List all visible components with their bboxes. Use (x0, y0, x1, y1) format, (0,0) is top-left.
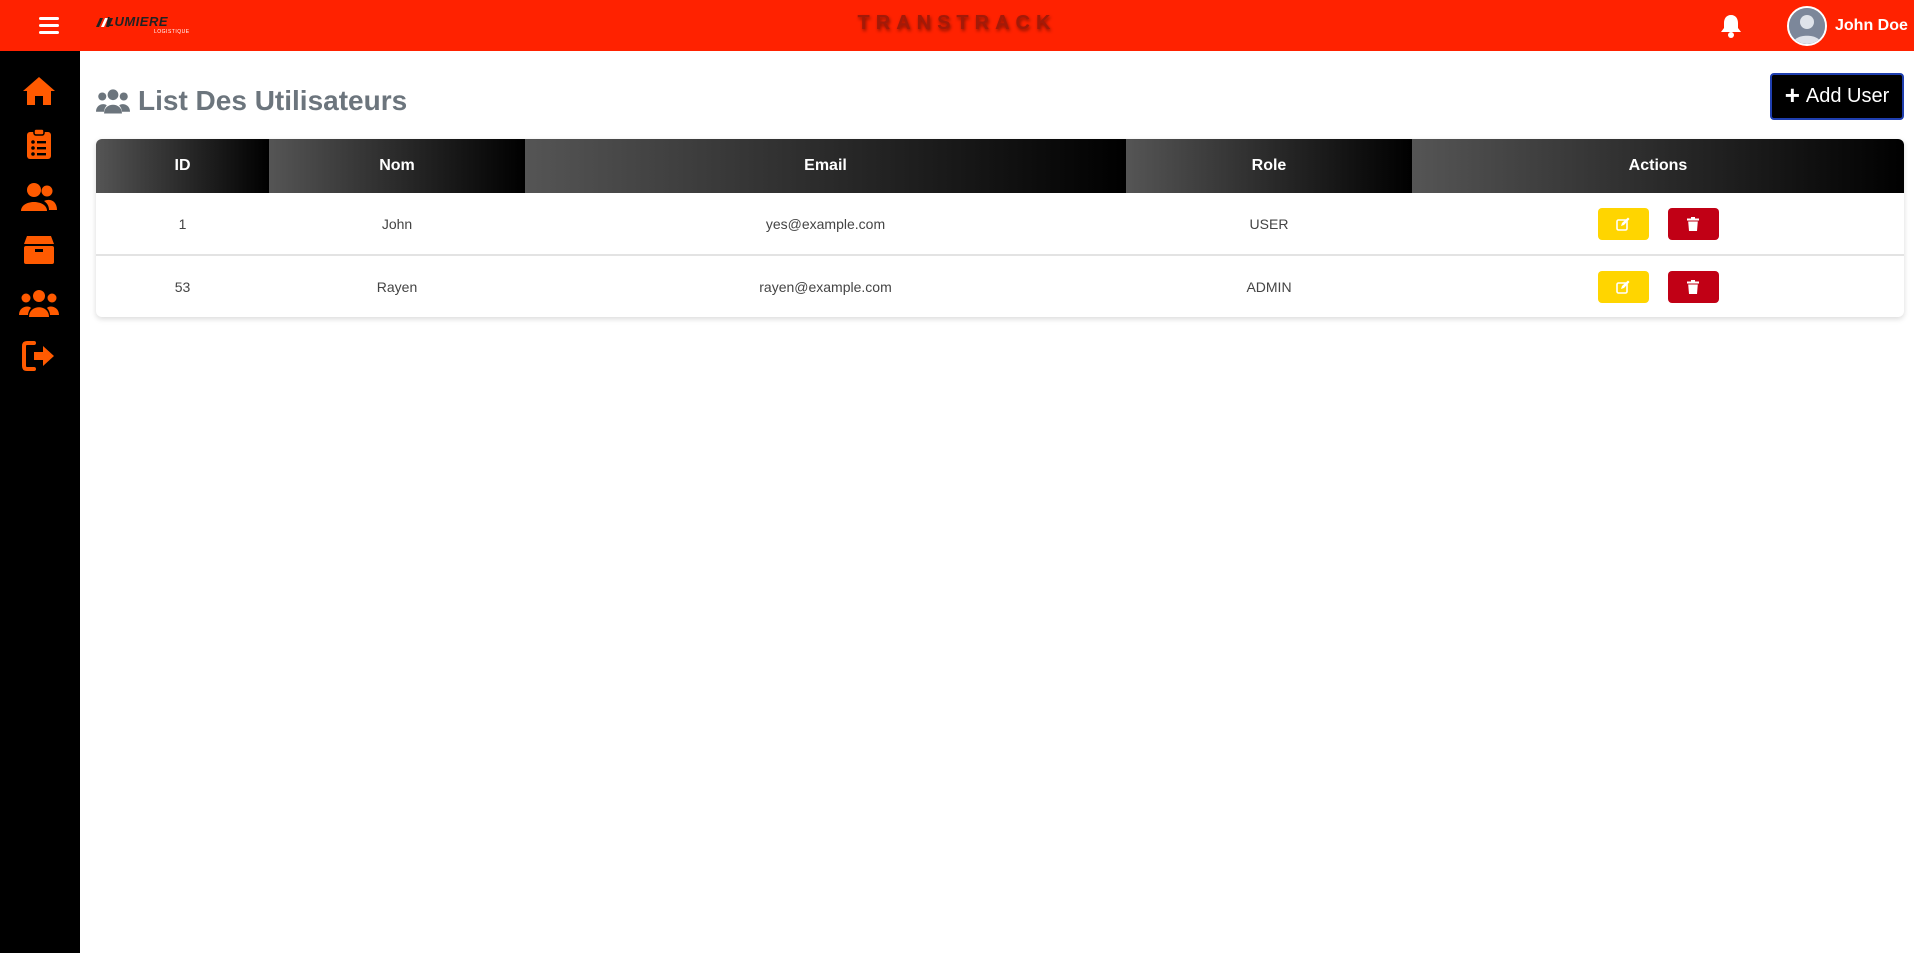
column-header-role[interactable]: Role (1126, 139, 1412, 193)
cell-nom: John (381, 215, 413, 232)
avatar (1787, 6, 1827, 46)
sidebar-item-groups[interactable] (18, 283, 60, 323)
table-row: 1 John yes@example.com USER (96, 193, 1904, 255)
page-title-text: List Des Utilisateurs (138, 85, 408, 116)
sidebar-item-missions[interactable] (18, 124, 60, 164)
sidebar-item-logout[interactable] (18, 336, 60, 376)
clipboard-list-icon (27, 128, 51, 159)
page-title: List Des Utilisateurs (96, 85, 407, 117)
app-title: TRANSTRACK (857, 12, 1057, 34)
edit-button[interactable] (1597, 270, 1649, 303)
edit-button[interactable] (1597, 207, 1649, 240)
user-menu[interactable]: John Doe (1787, 5, 1908, 47)
column-header-id[interactable]: ID (96, 139, 269, 193)
column-header-email[interactable]: Email (525, 139, 1126, 193)
cell-email: rayen@example.com (525, 254, 1126, 317)
trash-icon (1687, 216, 1699, 231)
cell-nom: Rayen (269, 254, 525, 317)
users-table: ID Nom Email Role Actions 1 John yes@exa… (96, 139, 1904, 317)
add-user-button[interactable]: + Add User (1770, 73, 1904, 120)
users-group-icon (19, 290, 59, 317)
cell-email: yes@example.com (765, 215, 886, 232)
users-icon (21, 183, 57, 211)
logout-icon (22, 341, 54, 371)
cell-role: USER (1249, 215, 1289, 232)
notification-bell-icon[interactable] (1719, 13, 1743, 39)
column-header-nom[interactable]: Nom (269, 139, 525, 193)
table-row: 53 Rayen rayen@example.com ADMIN (96, 254, 1904, 317)
sidebar-item-users[interactable] (18, 177, 60, 217)
cell-role: ADMIN (1126, 254, 1412, 317)
delete-button[interactable] (1667, 270, 1719, 303)
sidebar (0, 51, 80, 953)
column-header-actions: Actions (1412, 139, 1904, 193)
home-icon (23, 77, 55, 105)
table-header-row: ID Nom Email Role Actions (96, 139, 1904, 193)
sidebar-item-home[interactable] (18, 71, 60, 111)
cell-actions (1412, 193, 1904, 255)
plus-icon: + (1784, 80, 1800, 110)
delete-button[interactable] (1667, 207, 1719, 240)
sidebar-item-packages[interactable] (18, 230, 60, 270)
add-user-label: Add User (1805, 85, 1890, 107)
edit-icon (1616, 280, 1630, 294)
user-name: John Doe (1835, 17, 1908, 34)
cell-actions (1412, 254, 1904, 317)
box-icon (24, 236, 54, 264)
trash-icon (1687, 279, 1699, 294)
cell-id: 1 (178, 215, 187, 232)
edit-icon (1616, 217, 1630, 231)
users-icon (96, 89, 130, 114)
top-bar: LUMIERE LOGISTIQUE TRANSTRACK John Doe (0, 0, 1914, 51)
cell-id: 53 (96, 254, 269, 317)
